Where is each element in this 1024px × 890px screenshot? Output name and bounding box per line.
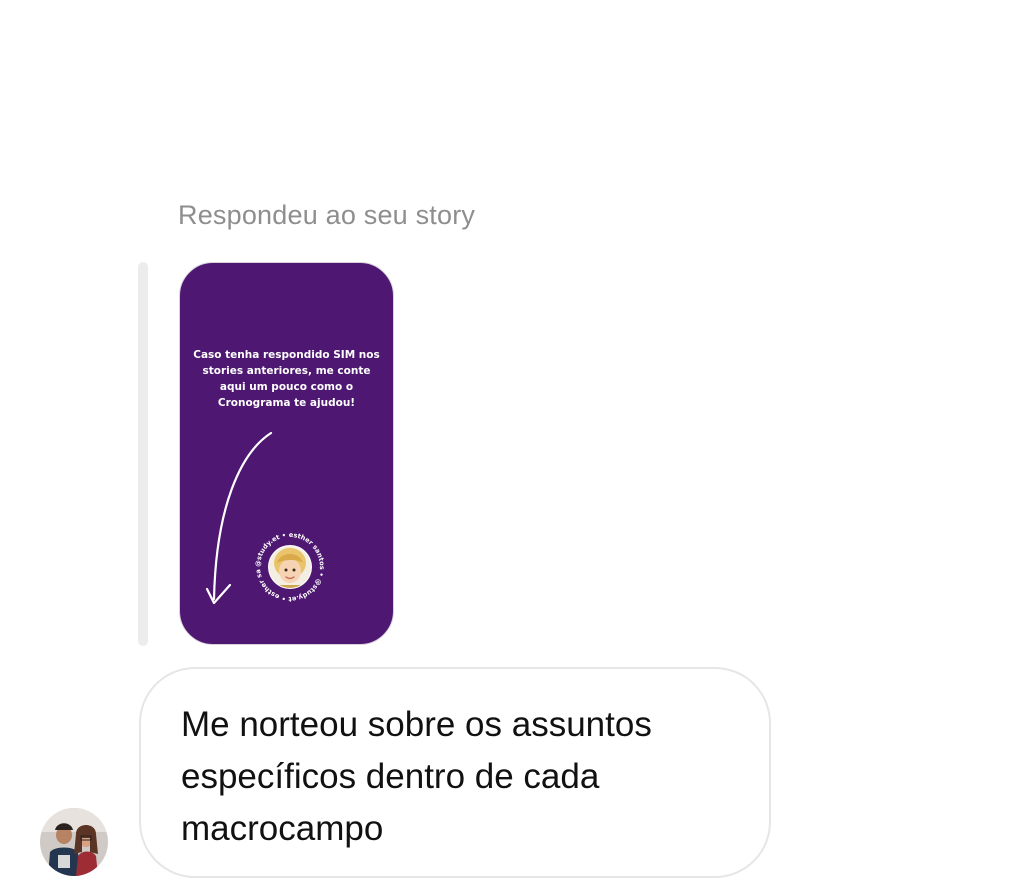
story-reply-caption: Respondeu ao seu story (178, 200, 476, 230)
message-bubble[interactable]: Me norteou sobre os assuntos específicos… (139, 667, 771, 878)
sender-avatar[interactable] (40, 808, 108, 876)
sender-avatar-photo-icon (40, 808, 108, 876)
story-preview[interactable]: Caso tenha respondido SIM nos stories an… (179, 262, 394, 645)
quote-bar (138, 262, 148, 646)
profile-sticker-icon: @study.et • esther santos • @study.et • … (252, 529, 326, 603)
dm-thread: Respondeu ao seu story Caso tenha respon… (0, 0, 1024, 890)
message-text: Me norteou sobre os assuntos específicos… (181, 705, 652, 848)
